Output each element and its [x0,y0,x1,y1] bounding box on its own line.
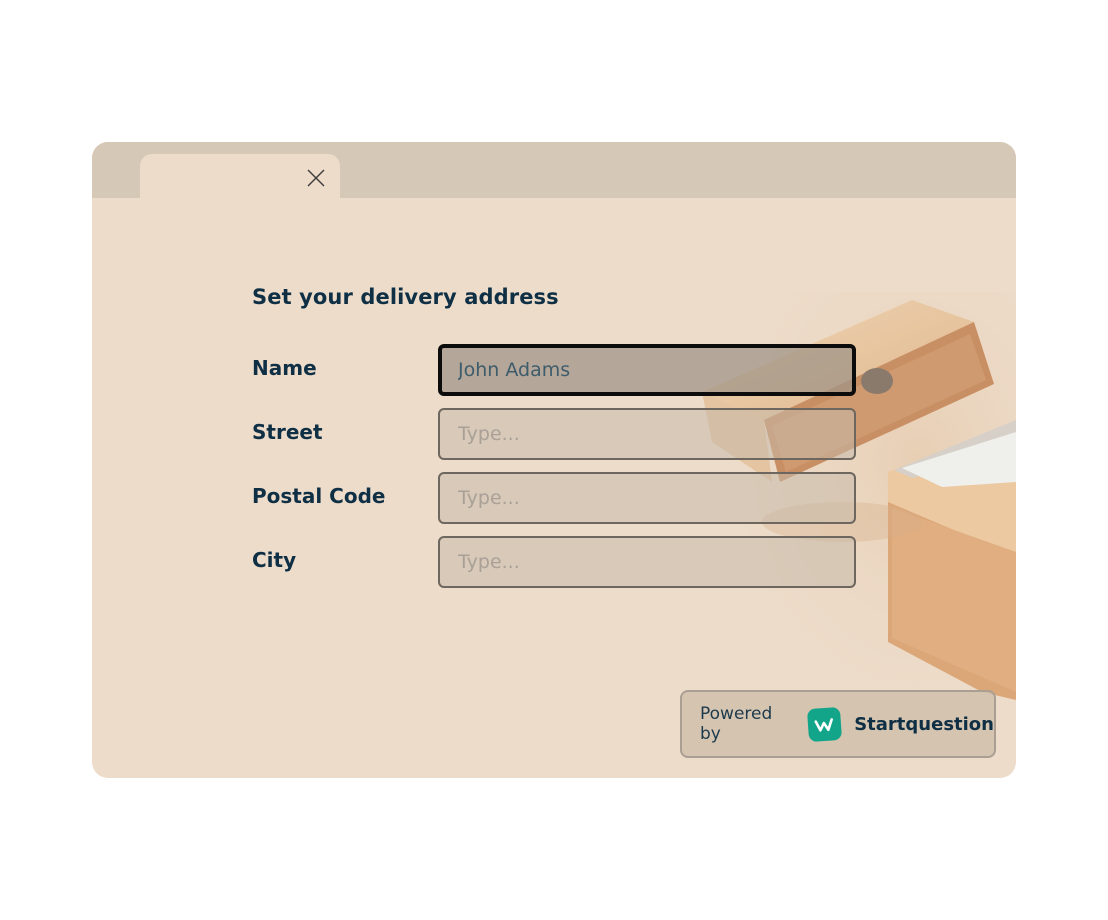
postal-code-row: Postal Code [252,472,856,524]
street-input[interactable] [438,408,856,460]
street-label: Street [252,420,323,444]
postal-code-input[interactable] [438,472,856,524]
postal-code-label: Postal Code [252,484,386,508]
startquestion-logo-icon [807,706,843,742]
brand-name: Startquestion [854,713,994,735]
survey-popup: Set your delivery address Name Street Po… [92,142,1016,778]
city-row: City [252,536,856,588]
city-label: City [252,548,297,572]
powered-by-text: Powered by [700,704,773,744]
street-row: Street [252,408,856,460]
form-title: Set your delivery address [252,285,559,309]
name-row: Name [252,344,856,396]
powered-by-badge[interactable]: Powered by Startquestion [680,690,996,758]
popup-tab-strip [92,142,1016,200]
name-input[interactable] [438,344,856,396]
city-input[interactable] [438,536,856,588]
close-icon [307,169,325,187]
name-label: Name [252,356,317,380]
close-button[interactable] [306,168,326,188]
